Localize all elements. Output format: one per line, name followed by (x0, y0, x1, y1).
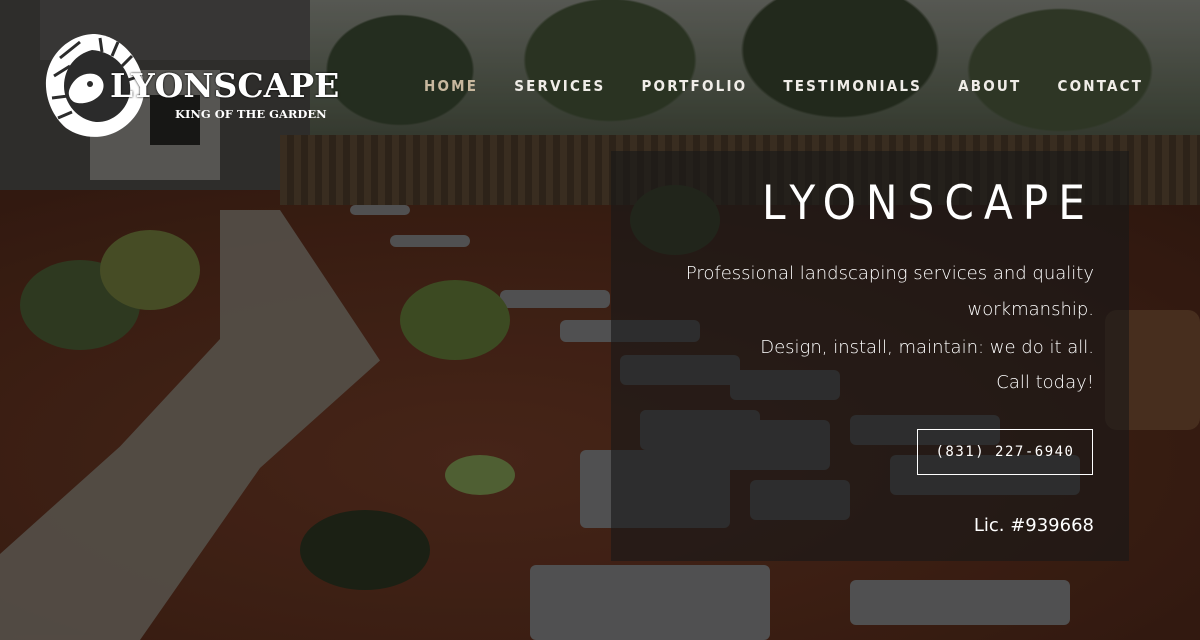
nav-contact[interactable]: CONTACT (1057, 77, 1143, 95)
nav-portfolio[interactable]: PORTFOLIO (641, 77, 747, 95)
nav-services[interactable]: SERVICES (514, 77, 605, 95)
license-number: Lic. #939668 (973, 515, 1094, 536)
phone-call-button[interactable]: (831) 227-6940 (917, 429, 1093, 475)
nav-testimonials[interactable]: TESTIMONIALS (783, 77, 922, 95)
brand-tagline: KING OF THE GARDEN (175, 107, 327, 121)
hero-title: LYONSCAPE (762, 176, 1095, 231)
brand-name: LYONSCAPE (110, 66, 340, 105)
nav-about[interactable]: ABOUT (958, 77, 1021, 95)
hero-text-line: Call today! (996, 372, 1094, 393)
hero-text-line: Professional landscaping services and qu… (685, 263, 1094, 284)
site-logo[interactable]: LYONSCAPE KING OF THE GARDEN (40, 28, 340, 140)
hero-text-line: workmanship. (967, 299, 1094, 320)
hero-text-line: Design, install, maintain: we do it all. (760, 337, 1094, 358)
nav-home[interactable]: HOME (424, 77, 478, 95)
main-nav: HOME SERVICES PORTFOLIO TESTIMONIALS ABO… (424, 77, 1179, 95)
